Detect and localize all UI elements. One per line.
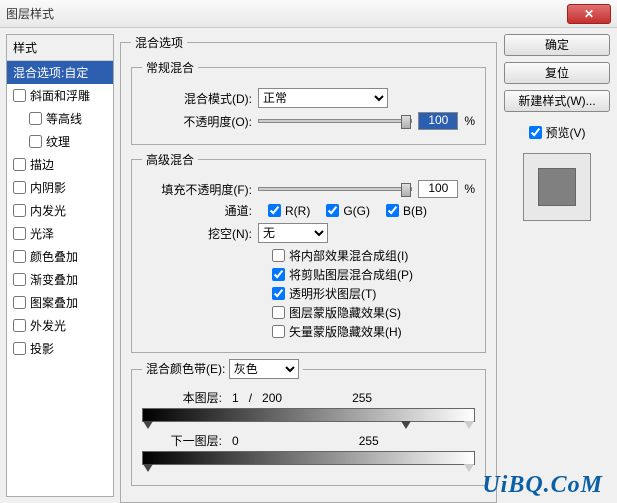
style-checkbox-10[interactable] <box>13 296 26 309</box>
blend-if-select[interactable]: 灰色 <box>229 359 299 379</box>
watermark: UiBQ.CoM <box>482 472 603 499</box>
style-label-2: 等高线 <box>46 110 82 127</box>
style-item-9[interactable]: 渐变叠加 <box>7 268 113 291</box>
style-label-11: 外发光 <box>30 317 66 334</box>
knockout-select[interactable]: 无 <box>258 223 328 243</box>
transparency-shapes-label: 透明形状图层(T) <box>289 285 376 302</box>
right-column: 确定 复位 新建样式(W)... 预览(V) <box>503 34 611 497</box>
advanced-blending-group: 高级混合 填充不透明度(F): 100 % 通道: R(R) G(G) B(B)… <box>131 151 486 353</box>
style-checkbox-3[interactable] <box>29 135 42 148</box>
style-item-3[interactable]: 纹理 <box>7 130 113 153</box>
advanced-blending-legend: 高级混合 <box>142 151 198 168</box>
preview-toggle[interactable]: 预览(V) <box>529 124 586 141</box>
general-blending-legend: 常规混合 <box>142 59 198 76</box>
underlying-layer-gradient[interactable] <box>142 451 475 465</box>
opacity-label: 不透明度(O): <box>142 113 252 130</box>
blend-interior-label: 将内部效果混合成组(I) <box>289 247 408 264</box>
style-checkbox-4[interactable] <box>13 158 26 171</box>
style-label-6: 内发光 <box>30 202 66 219</box>
style-checkbox-8[interactable] <box>13 250 26 263</box>
this-layer-gradient[interactable] <box>142 408 475 422</box>
style-item-2[interactable]: 等高线 <box>7 107 113 130</box>
styles-list: 样式 混合选项:自定斜面和浮雕等高线纹理描边内阴影内发光光泽颜色叠加渐变叠加图案… <box>6 34 114 497</box>
opacity-value[interactable]: 100 <box>418 112 458 130</box>
this-layer-black2: 200 <box>262 391 282 405</box>
main-panel: 混合选项 常规混合 混合模式(D): 正常 不透明度(O): 100 % 高级混… <box>120 34 497 497</box>
style-label-0: 混合选项:自定 <box>13 64 88 81</box>
style-item-11[interactable]: 外发光 <box>7 314 113 337</box>
transparency-shapes-checkbox[interactable] <box>272 287 285 300</box>
window-title: 图层样式 <box>6 5 54 22</box>
style-item-10[interactable]: 图案叠加 <box>7 291 113 314</box>
blend-if-group: 混合颜色带(E): 灰色 本图层: 1 / 200 255 下一图层: <box>131 359 486 486</box>
style-item-0[interactable]: 混合选项:自定 <box>7 61 113 84</box>
style-item-4[interactable]: 描边 <box>7 153 113 176</box>
style-label-9: 渐变叠加 <box>30 271 78 288</box>
preview-swatch <box>523 153 591 221</box>
general-blending-group: 常规混合 混合模式(D): 正常 不透明度(O): 100 % <box>131 59 486 145</box>
fill-opacity-value[interactable]: 100 <box>418 180 458 198</box>
channel-r-checkbox[interactable] <box>268 204 281 217</box>
style-checkbox-5[interactable] <box>13 181 26 194</box>
opacity-slider[interactable] <box>258 119 412 123</box>
titlebar: 图层样式 ✕ <box>0 0 617 28</box>
vector-mask-hides-label: 矢量蒙版隐藏效果(H) <box>289 323 402 340</box>
style-checkbox-2[interactable] <box>29 112 42 125</box>
blend-clipped-label: 将剪贴图层混合成组(P) <box>289 266 413 283</box>
style-checkbox-1[interactable] <box>13 89 26 102</box>
opacity-unit: % <box>464 114 475 128</box>
style-label-8: 颜色叠加 <box>30 248 78 265</box>
style-checkbox-11[interactable] <box>13 319 26 332</box>
channel-b[interactable]: B(B) <box>386 204 427 218</box>
style-label-1: 斜面和浮雕 <box>30 87 90 104</box>
blend-mode-label: 混合模式(D): <box>142 90 252 107</box>
blend-if-legend: 混合颜色带(E): 灰色 <box>142 359 303 379</box>
fill-opacity-slider[interactable] <box>258 187 412 191</box>
ok-button[interactable]: 确定 <box>504 34 610 56</box>
style-checkbox-7[interactable] <box>13 227 26 240</box>
under-layer-white: 255 <box>359 434 379 448</box>
new-style-button[interactable]: 新建样式(W)... <box>504 90 610 112</box>
vector-mask-hides-checkbox[interactable] <box>272 325 285 338</box>
style-item-6[interactable]: 内发光 <box>7 199 113 222</box>
style-label-5: 内阴影 <box>30 179 66 196</box>
cancel-button[interactable]: 复位 <box>504 62 610 84</box>
style-checkbox-6[interactable] <box>13 204 26 217</box>
fill-opacity-unit: % <box>464 182 475 196</box>
style-label-3: 纹理 <box>46 133 70 150</box>
this-layer-label: 本图层: <box>142 389 222 406</box>
channel-b-checkbox[interactable] <box>386 204 399 217</box>
style-checkbox-9[interactable] <box>13 273 26 286</box>
layer-mask-hides-checkbox[interactable] <box>272 306 285 319</box>
preview-checkbox[interactable] <box>529 126 542 139</box>
channels-label: 通道: <box>142 202 252 219</box>
this-layer-white: 255 <box>352 391 372 405</box>
fill-opacity-label: 填充不透明度(F): <box>142 181 252 198</box>
styles-header: 样式 <box>7 35 113 61</box>
style-checkbox-12[interactable] <box>13 342 26 355</box>
knockout-label: 挖空(N): <box>142 225 252 242</box>
blend-mode-select[interactable]: 正常 <box>258 88 388 108</box>
style-item-12[interactable]: 投影 <box>7 337 113 360</box>
style-item-7[interactable]: 光泽 <box>7 222 113 245</box>
style-label-12: 投影 <box>30 340 54 357</box>
style-label-4: 描边 <box>30 156 54 173</box>
style-item-5[interactable]: 内阴影 <box>7 176 113 199</box>
this-layer-black: 1 <box>232 391 239 405</box>
blending-options-legend: 混合选项 <box>131 34 187 51</box>
blend-interior-checkbox[interactable] <box>272 249 285 262</box>
underlying-layer-label: 下一图层: <box>142 432 222 449</box>
channel-g[interactable]: G(G) <box>326 204 370 218</box>
style-item-1[interactable]: 斜面和浮雕 <box>7 84 113 107</box>
style-item-8[interactable]: 颜色叠加 <box>7 245 113 268</box>
close-button[interactable]: ✕ <box>567 4 611 24</box>
channel-g-checkbox[interactable] <box>326 204 339 217</box>
blend-clipped-checkbox[interactable] <box>272 268 285 281</box>
channel-r[interactable]: R(R) <box>268 204 310 218</box>
layer-mask-hides-label: 图层蒙版隐藏效果(S) <box>289 304 401 321</box>
blending-options-group: 混合选项 常规混合 混合模式(D): 正常 不透明度(O): 100 % 高级混… <box>120 34 497 503</box>
style-label-10: 图案叠加 <box>30 294 78 311</box>
under-layer-black: 0 <box>232 434 239 448</box>
style-label-7: 光泽 <box>30 225 54 242</box>
